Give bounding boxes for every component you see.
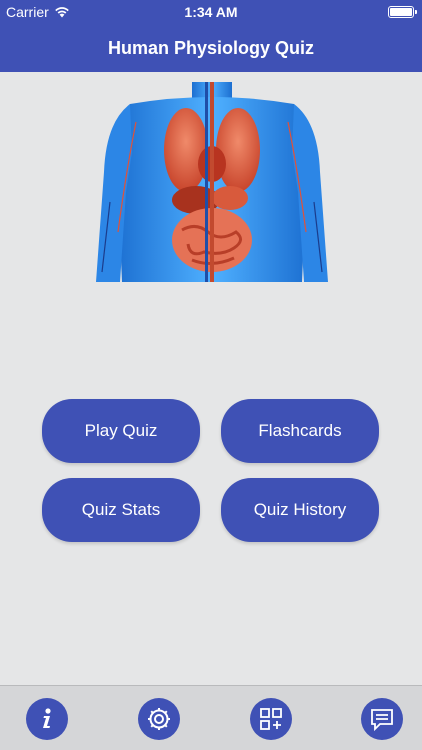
page-title: Human Physiology Quiz (107, 38, 315, 58)
flashcards-button[interactable]: Flashcards (221, 399, 379, 463)
apps-grid-icon (260, 708, 282, 730)
quiz-history-button[interactable]: Quiz History (221, 478, 379, 542)
gear-icon (148, 708, 170, 730)
chat-icon (371, 709, 393, 732)
clock: 1:34 AM (184, 4, 238, 20)
info-icon (43, 708, 51, 728)
anatomy-image (96, 82, 328, 282)
info-button[interactable] (26, 698, 68, 740)
nav-bar: Human Physiology Quiz (0, 24, 422, 72)
status-bar: Carrier 1:34 AM (0, 0, 422, 24)
quiz-stats-button[interactable]: Quiz Stats (42, 478, 200, 542)
play-quiz-button[interactable]: Play Quiz (42, 399, 200, 463)
battery-icon (388, 6, 417, 18)
more-apps-button[interactable] (250, 698, 292, 740)
tab-bar (0, 685, 422, 750)
settings-button[interactable] (138, 698, 180, 740)
feedback-button[interactable] (361, 698, 403, 740)
